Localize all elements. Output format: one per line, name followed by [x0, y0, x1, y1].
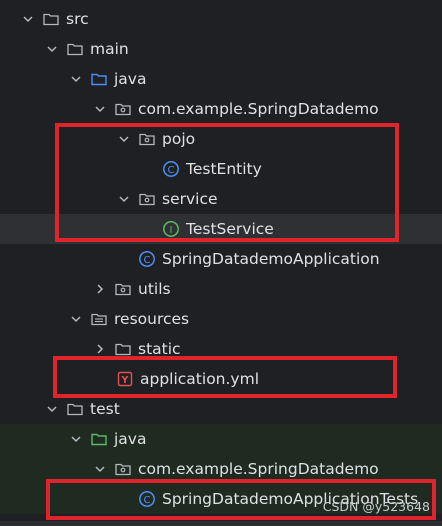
watermark: CSDN @y523648	[322, 499, 430, 514]
chevron-down-icon[interactable]	[68, 71, 84, 87]
svg-text:C: C	[144, 495, 151, 506]
package-icon	[138, 190, 156, 208]
chevron-down-icon[interactable]	[68, 431, 84, 447]
tree-item-application-yml[interactable]: Y application.yml	[0, 364, 442, 394]
svg-text:C: C	[144, 255, 151, 266]
source-folder-icon	[90, 70, 108, 88]
class-icon: C	[162, 160, 180, 178]
chevron-down-icon[interactable]	[44, 41, 60, 57]
tree-item-test-package[interactable]: com.example.SpringDatademo	[0, 454, 442, 484]
package-icon	[138, 130, 156, 148]
tree-item-service[interactable]: service	[0, 184, 442, 214]
tree-item-test[interactable]: test	[0, 394, 442, 424]
folder-icon	[114, 340, 132, 358]
resources-folder-icon	[90, 310, 108, 328]
tree-item-label: TestService	[186, 220, 274, 238]
folder-icon	[66, 40, 84, 58]
tree-item-java[interactable]: java	[0, 64, 442, 94]
svg-text:C: C	[168, 165, 175, 176]
bottom-edge	[0, 521, 442, 526]
package-icon	[114, 100, 132, 118]
chevron-down-icon[interactable]	[44, 401, 60, 417]
svg-text:Y: Y	[121, 375, 129, 386]
svg-text:I: I	[170, 225, 173, 236]
tree-item-label: static	[138, 340, 181, 358]
chevron-right-icon[interactable]	[92, 281, 108, 297]
folder-icon	[66, 400, 84, 418]
tree-item-label: TestEntity	[186, 160, 262, 178]
tree-item-label: SpringDatademoApplication	[162, 250, 380, 268]
tree-item-resources[interactable]: resources	[0, 304, 442, 334]
tree-item-label: service	[162, 190, 218, 208]
class-icon: C	[138, 490, 156, 508]
tree-item-label: com.example.SpringDatademo	[138, 460, 379, 478]
package-icon	[114, 280, 132, 298]
tree-item-label: pojo	[162, 130, 196, 148]
tree-item-pojo[interactable]: pojo	[0, 124, 442, 154]
tree-item-package[interactable]: com.example.SpringDatademo	[0, 94, 442, 124]
tree-item-test-service[interactable]: I TestService	[0, 214, 442, 244]
folder-icon	[42, 10, 60, 28]
chevron-down-icon[interactable]	[20, 11, 36, 27]
tree-item-label: test	[90, 400, 120, 418]
chevron-down-icon[interactable]	[92, 461, 108, 477]
chevron-down-icon[interactable]	[92, 101, 108, 117]
tree-item-test-java[interactable]: java	[0, 424, 442, 454]
chevron-down-icon[interactable]	[116, 131, 132, 147]
chevron-down-icon[interactable]	[68, 311, 84, 327]
tree-item-label: com.example.SpringDatademo	[138, 100, 379, 118]
tree-item-label: java	[114, 430, 147, 448]
tree-item-main[interactable]: main	[0, 34, 442, 64]
interface-icon: I	[162, 220, 180, 238]
chevron-right-icon[interactable]	[92, 341, 108, 357]
tree-item-label: utils	[138, 280, 171, 298]
tree-item-static[interactable]: static	[0, 334, 442, 364]
tree-item-application-class[interactable]: C SpringDatademoApplication	[0, 244, 442, 274]
tree-item-label: java	[114, 70, 147, 88]
chevron-down-icon[interactable]	[116, 191, 132, 207]
tree-item-label: main	[90, 40, 129, 58]
project-tree: src main java com.example.SpringDatademo	[0, 0, 442, 526]
class-icon: C	[138, 250, 156, 268]
tree-item-test-entity[interactable]: C TestEntity	[0, 154, 442, 184]
tree-item-src[interactable]: src	[0, 4, 442, 34]
yaml-file-icon: Y	[116, 370, 134, 388]
test-source-folder-icon	[90, 430, 108, 448]
tree-item-label: application.yml	[140, 370, 260, 388]
package-icon	[114, 460, 132, 478]
tree-item-label: resources	[114, 310, 190, 328]
tree-item-utils[interactable]: utils	[0, 274, 442, 304]
tree-item-label: src	[66, 10, 89, 28]
